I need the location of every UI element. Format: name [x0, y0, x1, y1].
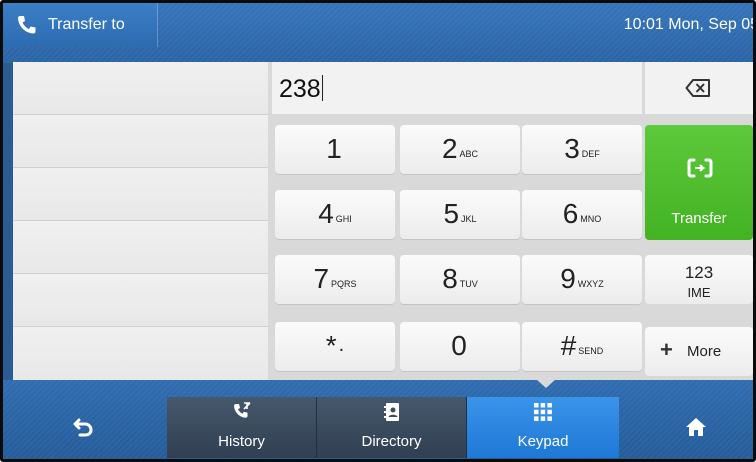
key-letters: WXYZ: [577, 279, 604, 289]
key-0[interactable]: 0: [400, 322, 520, 371]
history-icon: [233, 402, 251, 418]
key-digit: 6: [562, 198, 579, 229]
key-letters: GHI: [335, 214, 352, 224]
key-letters: MNO: [580, 214, 602, 224]
ime-label: IME: [687, 285, 711, 300]
key-3[interactable]: 3 DEF: [522, 125, 642, 174]
ime-button[interactable]: 123 IME: [645, 255, 753, 304]
backspace-button[interactable]: [645, 62, 753, 114]
tab-history[interactable]: History: [167, 397, 317, 458]
transfer-label: Transfer: [671, 210, 727, 227]
back-icon: [73, 418, 93, 437]
key-7[interactable]: 7 PQRS: [275, 255, 395, 304]
more-label: More: [687, 343, 722, 360]
dial-input-value: 238: [279, 75, 321, 103]
key-digit: 7: [313, 263, 330, 294]
tab-keypad[interactable]: Keypad: [467, 397, 619, 458]
phone-screen: Transfer to 10:01 Mon, Sep 05 238 1 2 ABC…: [0, 0, 756, 462]
key-1[interactable]: 1: [275, 125, 395, 174]
transfer-button[interactable]: Transfer: [645, 125, 753, 240]
top-bar: Transfer to 10:01 Mon, Sep 05: [3, 3, 753, 63]
list-row[interactable]: [13, 115, 268, 168]
key-digit: 3: [564, 133, 580, 164]
key-pound[interactable]: # SEND: [522, 322, 642, 371]
list-row[interactable]: [13, 62, 268, 115]
home-button[interactable]: [685, 417, 707, 442]
clock: 10:01 Mon, Sep 05: [623, 16, 756, 33]
key-letters: SEND: [578, 346, 604, 356]
backspace-icon: [685, 79, 710, 97]
key-4[interactable]: 4 GHI: [275, 190, 395, 239]
key-letters: ABC: [459, 149, 479, 159]
list-row[interactable]: [13, 274, 268, 327]
phone-icon: [18, 16, 36, 34]
tab-directory[interactable]: Directory: [317, 397, 467, 458]
bottom-bar: History Directory Keypad: [3, 379, 753, 459]
tab-history-label: History: [218, 433, 265, 450]
key-9[interactable]: 9 WXYZ: [522, 255, 642, 304]
tab-directory-label: Directory: [361, 433, 422, 450]
more-button[interactable]: + More: [645, 327, 753, 376]
left-list: [13, 62, 268, 380]
active-tab-indicator: [536, 379, 556, 388]
key-digit: #: [560, 330, 577, 361]
key-star[interactable]: *.: [275, 322, 395, 371]
transfer-icon: [687, 158, 713, 178]
dial-input[interactable]: 238: [272, 62, 642, 114]
content-area: 238 1 2 ABC 3 DEF 4 GHI 5 JKL 6 MNO 7 PQRS 8 TU…: [13, 62, 753, 380]
key-letters: DEF: [581, 149, 600, 159]
keypad-icon: [534, 403, 552, 421]
key-6[interactable]: 6 MNO: [522, 190, 642, 239]
key-digit: 2: [441, 133, 458, 164]
list-row[interactable]: [13, 168, 268, 221]
key-digit: 8: [442, 263, 458, 294]
key-digit: 1: [326, 133, 342, 164]
key-8[interactable]: 8 TUV: [400, 255, 520, 304]
key-digit: 5: [443, 198, 460, 229]
list-row[interactable]: [13, 221, 268, 274]
back-button[interactable]: [73, 417, 93, 442]
key-letters: JKL: [461, 214, 477, 224]
key-letters: .: [338, 334, 345, 356]
directory-icon: [383, 403, 399, 421]
list-row[interactable]: [13, 327, 268, 380]
title-tab: Transfer to: [3, 3, 158, 47]
key-digit: 0: [451, 330, 467, 361]
ime-mode: 123: [684, 263, 714, 282]
text-caret: [321, 75, 323, 101]
key-digit: 9: [560, 263, 576, 294]
page-title: Transfer to: [48, 16, 125, 33]
key-2[interactable]: 2 ABC: [400, 125, 520, 174]
plus-icon: +: [660, 337, 673, 362]
key-5[interactable]: 5 JKL: [400, 190, 520, 239]
key-letters: TUV: [459, 279, 478, 289]
key-digit: *: [325, 330, 337, 361]
home-icon: [686, 418, 706, 436]
key-digit: 4: [318, 198, 334, 229]
key-letters: PQRS: [331, 279, 357, 289]
bottom-tabs: History Directory Keypad: [167, 397, 619, 458]
tab-keypad-label: Keypad: [517, 433, 569, 450]
